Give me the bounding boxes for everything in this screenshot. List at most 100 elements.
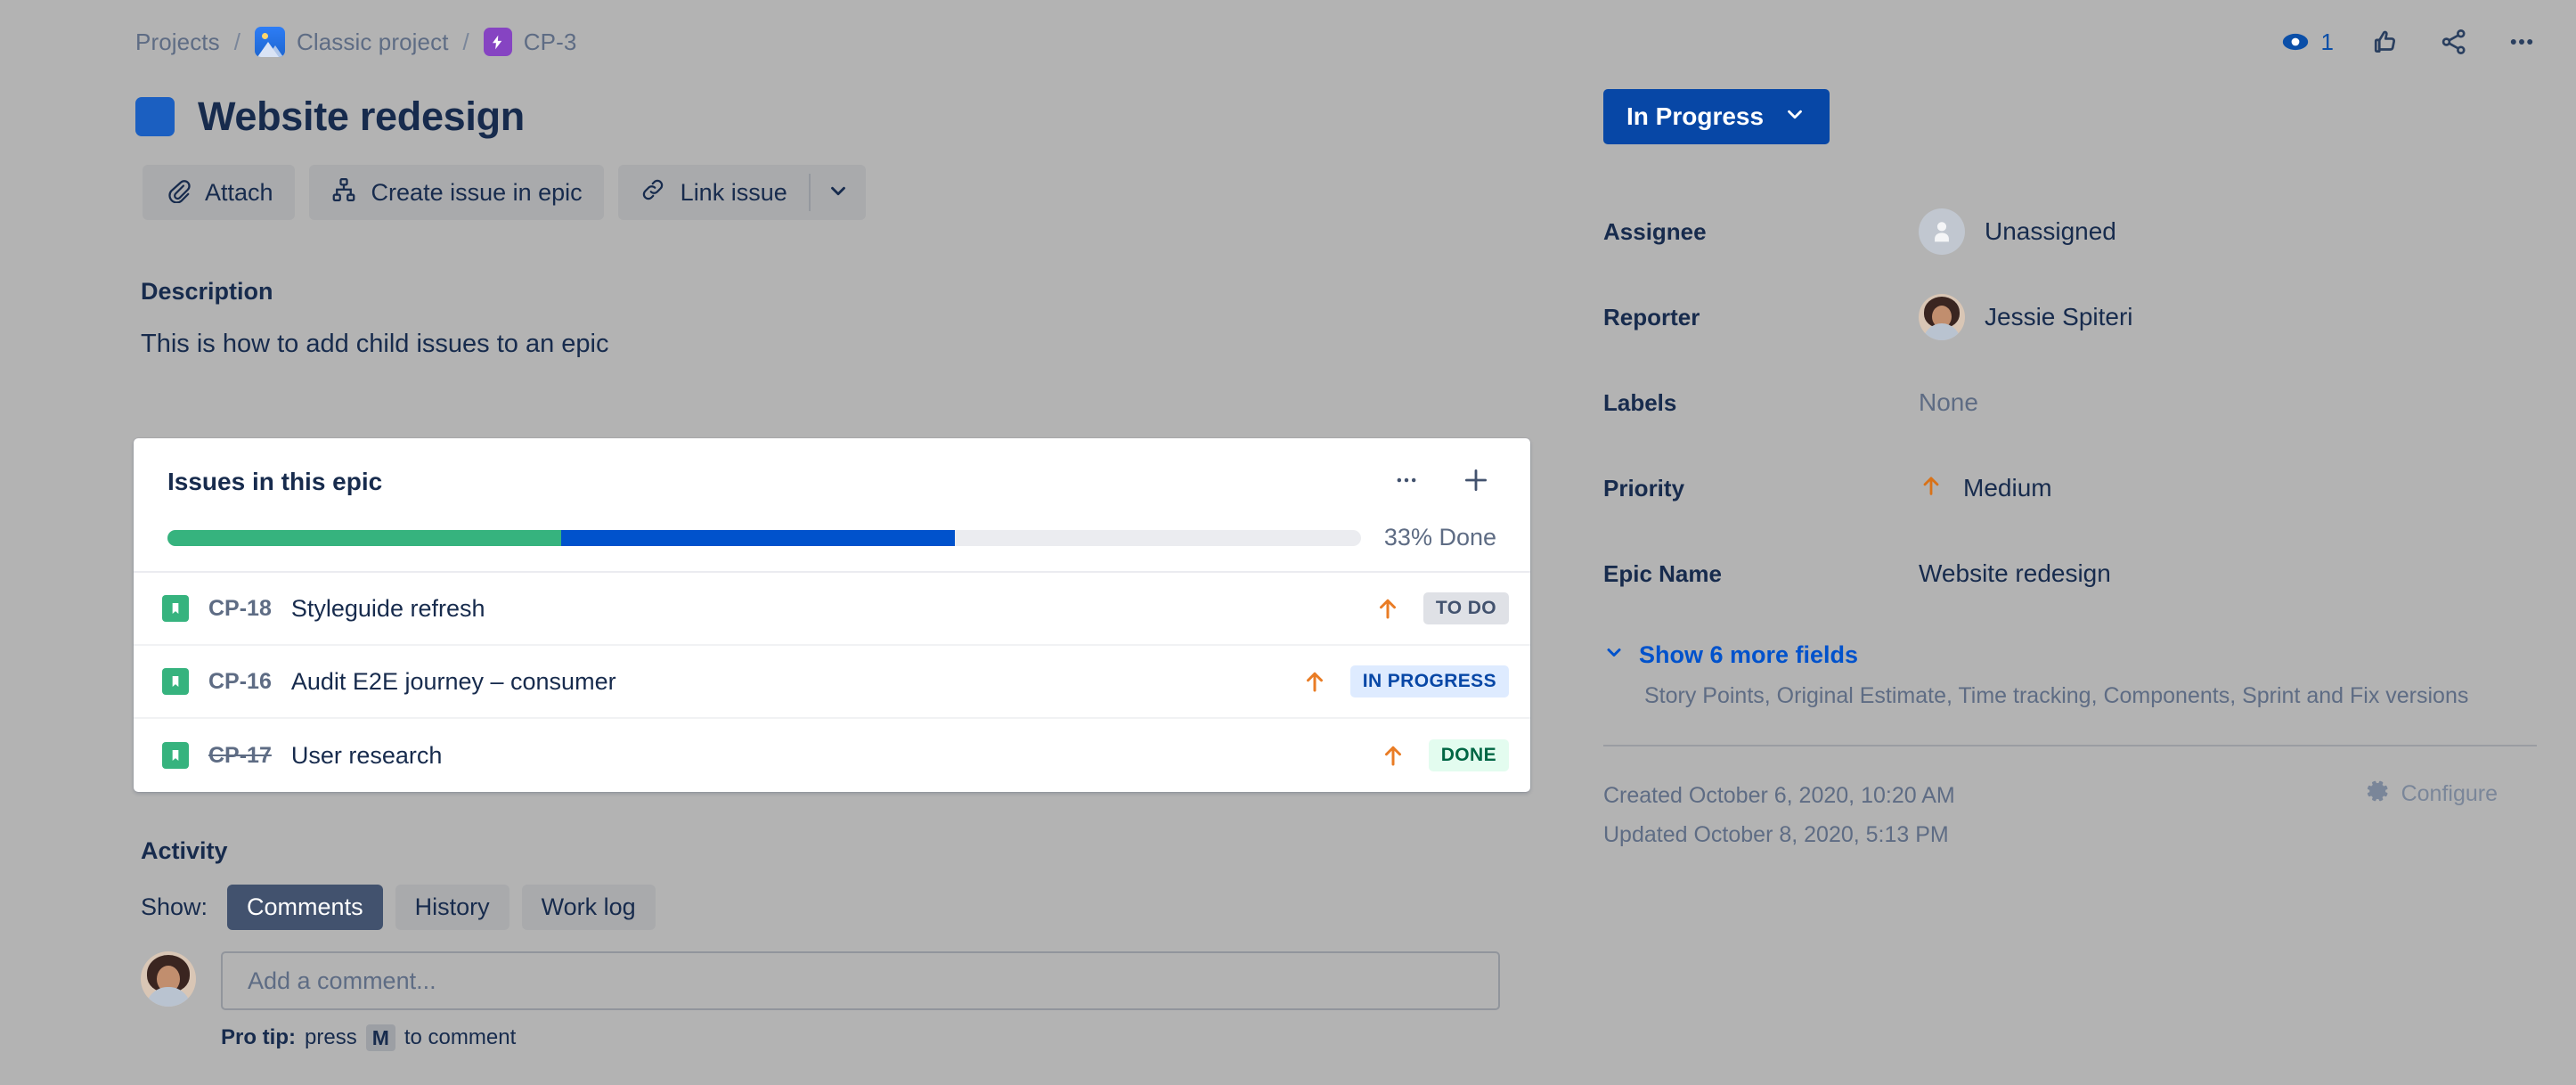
field-reporter: Reporter Jessie Spiteri: [1603, 274, 2537, 360]
breadcrumb-separator-2: /: [462, 28, 469, 55]
field-epic-name: Epic Name Website redesign: [1603, 531, 2537, 616]
field-value[interactable]: Unassigned: [1919, 208, 2116, 255]
show-label: Show:: [141, 893, 208, 920]
pro-tip-prefix: Pro tip:: [221, 1025, 296, 1049]
more-ellipsis-icon[interactable]: [2507, 27, 2537, 57]
assignee-name: Unassigned: [1985, 217, 2116, 245]
breadcrumb-projects-link[interactable]: Projects: [135, 29, 220, 56]
table-row[interactable]: CP-16 Audit E2E journey – consumer IN PR…: [134, 646, 1530, 719]
story-icon: [162, 595, 189, 622]
breadcrumb-issue-key: CP-3: [523, 28, 577, 55]
breadcrumb-issue-link[interactable]: CP-3: [483, 28, 577, 56]
field-label: Reporter: [1603, 303, 1700, 330]
status-badge[interactable]: DONE: [1428, 739, 1509, 771]
epic-name-value[interactable]: Website redesign: [1919, 559, 2111, 588]
breadcrumb-project-label: Classic project: [296, 28, 449, 55]
field-label: Labels: [1603, 388, 1677, 416]
activity-filter-row: Show: Comments History Work log: [141, 882, 656, 932]
chevron-down-icon: [1783, 102, 1806, 132]
comment-placeholder: Add a comment...: [248, 967, 436, 994]
epic-panel-title: Issues in this epic: [167, 468, 383, 495]
status-badge[interactable]: TO DO: [1423, 592, 1509, 624]
progress-segment-done: [167, 529, 562, 546]
eye-icon: [2280, 27, 2311, 57]
create-issue-in-epic-button[interactable]: Create issue in epic: [308, 165, 604, 220]
pro-tip-key: M: [365, 1024, 395, 1051]
labels-value[interactable]: None: [1919, 388, 1978, 417]
thumbs-up-icon[interactable]: [2371, 27, 2401, 57]
progress-bar: [167, 529, 1361, 546]
breadcrumb-project-link[interactable]: Classic project: [254, 27, 449, 57]
issue-sidebar: In Progress Assignee Unassigned Reporter…: [1603, 89, 2537, 855]
watch-count: 1: [2320, 28, 2334, 55]
hierarchy-icon: [330, 176, 357, 209]
pro-tip-suffix: to comment: [404, 1025, 517, 1049]
description-heading: Description: [141, 278, 273, 305]
issue-action-buttons: Attach Create issue in epic Link issue: [143, 165, 866, 220]
issues-in-epic-panel: Issues in this epic 33% Done CP-18 Style…: [134, 438, 1530, 792]
issue-top-actions: 1: [2280, 23, 2537, 61]
epic-issue-list: CP-18 Styleguide refresh TO DO CP-16 Aud…: [134, 571, 1530, 792]
pro-tip-press: press: [305, 1025, 357, 1049]
issue-fields: Assignee Unassigned Reporter Jessie Spit…: [1603, 189, 2537, 616]
issue-summary[interactable]: Audit E2E journey – consumer: [291, 668, 616, 696]
tab-history[interactable]: History: [395, 884, 509, 930]
progress-segment-in-progress: [561, 529, 956, 546]
watch-button[interactable]: 1: [2280, 27, 2334, 57]
description-text[interactable]: This is how to add child issues to an ep…: [141, 330, 609, 359]
tab-work-log[interactable]: Work log: [521, 884, 656, 930]
issue-key[interactable]: CP-16: [208, 669, 272, 695]
paperclip-icon: [164, 176, 191, 209]
epic-color-swatch: [135, 97, 175, 136]
priority-medium-up-arrow: [1377, 742, 1409, 769]
priority-medium-up-arrow: [1299, 668, 1331, 695]
link-issue-dropdown-button[interactable]: [811, 165, 866, 220]
share-icon[interactable]: [2439, 27, 2469, 57]
issue-key[interactable]: CP-17: [208, 743, 272, 769]
epic-progress: 33% Done: [134, 502, 1530, 571]
configure-button[interactable]: Configure: [2366, 779, 2498, 810]
reporter-name: Jessie Spiteri: [1985, 303, 2133, 330]
field-label: Epic Name: [1603, 559, 1722, 587]
table-row[interactable]: CP-18 Styleguide refresh TO DO: [134, 573, 1530, 646]
updated-timestamp: Updated October 8, 2020, 5:13 PM: [1603, 821, 1949, 847]
project-image-icon: [254, 27, 285, 57]
plus-icon: [1461, 465, 1491, 500]
link-issue-button[interactable]: Link issue: [618, 165, 809, 220]
tab-comments[interactable]: Comments: [227, 884, 383, 930]
add-comment-row: Add a comment...: [141, 951, 1500, 1010]
field-value[interactable]: Medium: [1919, 473, 2052, 504]
breadcrumb-separator: /: [233, 28, 240, 55]
epic-bolt-icon: [483, 28, 512, 56]
priority-value: Medium: [1963, 474, 2052, 502]
table-row[interactable]: CP-17 User research DONE: [134, 719, 1530, 792]
chain-link-icon: [640, 176, 666, 209]
more-ellipsis-icon: [1394, 468, 1419, 497]
issue-meta: Created October 6, 2020, 10:20 AM Update…: [1603, 777, 2537, 855]
field-label: Priority: [1603, 474, 1685, 502]
unassigned-avatar-icon: [1919, 208, 1965, 255]
field-value[interactable]: Jessie Spiteri: [1919, 294, 2133, 340]
issue-summary[interactable]: Styleguide refresh: [291, 595, 485, 623]
attach-button[interactable]: Attach: [143, 165, 295, 220]
progress-label: 33% Done: [1383, 524, 1496, 551]
show-more-fields-label: Show 6 more fields: [1639, 641, 1859, 668]
priority-medium-up-arrow: [1372, 595, 1404, 622]
field-label: Assignee: [1603, 217, 1707, 245]
show-more-fields-link[interactable]: Show 6 more fields: [1603, 641, 2537, 669]
field-priority: Priority Medium: [1603, 445, 2537, 531]
chevron-down-icon: [827, 179, 850, 207]
issue-summary[interactable]: User research: [291, 742, 443, 770]
status-dropdown-button[interactable]: In Progress: [1603, 89, 1830, 144]
epic-panel-add-button[interactable]: [1455, 461, 1496, 502]
link-issue-label: Link issue: [680, 178, 787, 206]
chevron-down-icon: [1603, 641, 1625, 669]
show-more-fields-description: Story Points, Original Estimate, Time tr…: [1644, 683, 2469, 708]
epic-panel-header: Issues in this epic: [134, 438, 1530, 502]
epic-panel-more-button[interactable]: [1386, 461, 1427, 502]
issue-key[interactable]: CP-18: [208, 596, 272, 622]
story-icon: [162, 742, 189, 769]
status-badge[interactable]: IN PROGRESS: [1349, 665, 1509, 698]
comment-input[interactable]: Add a comment...: [221, 951, 1500, 1010]
create-issue-label: Create issue in epic: [371, 178, 583, 206]
